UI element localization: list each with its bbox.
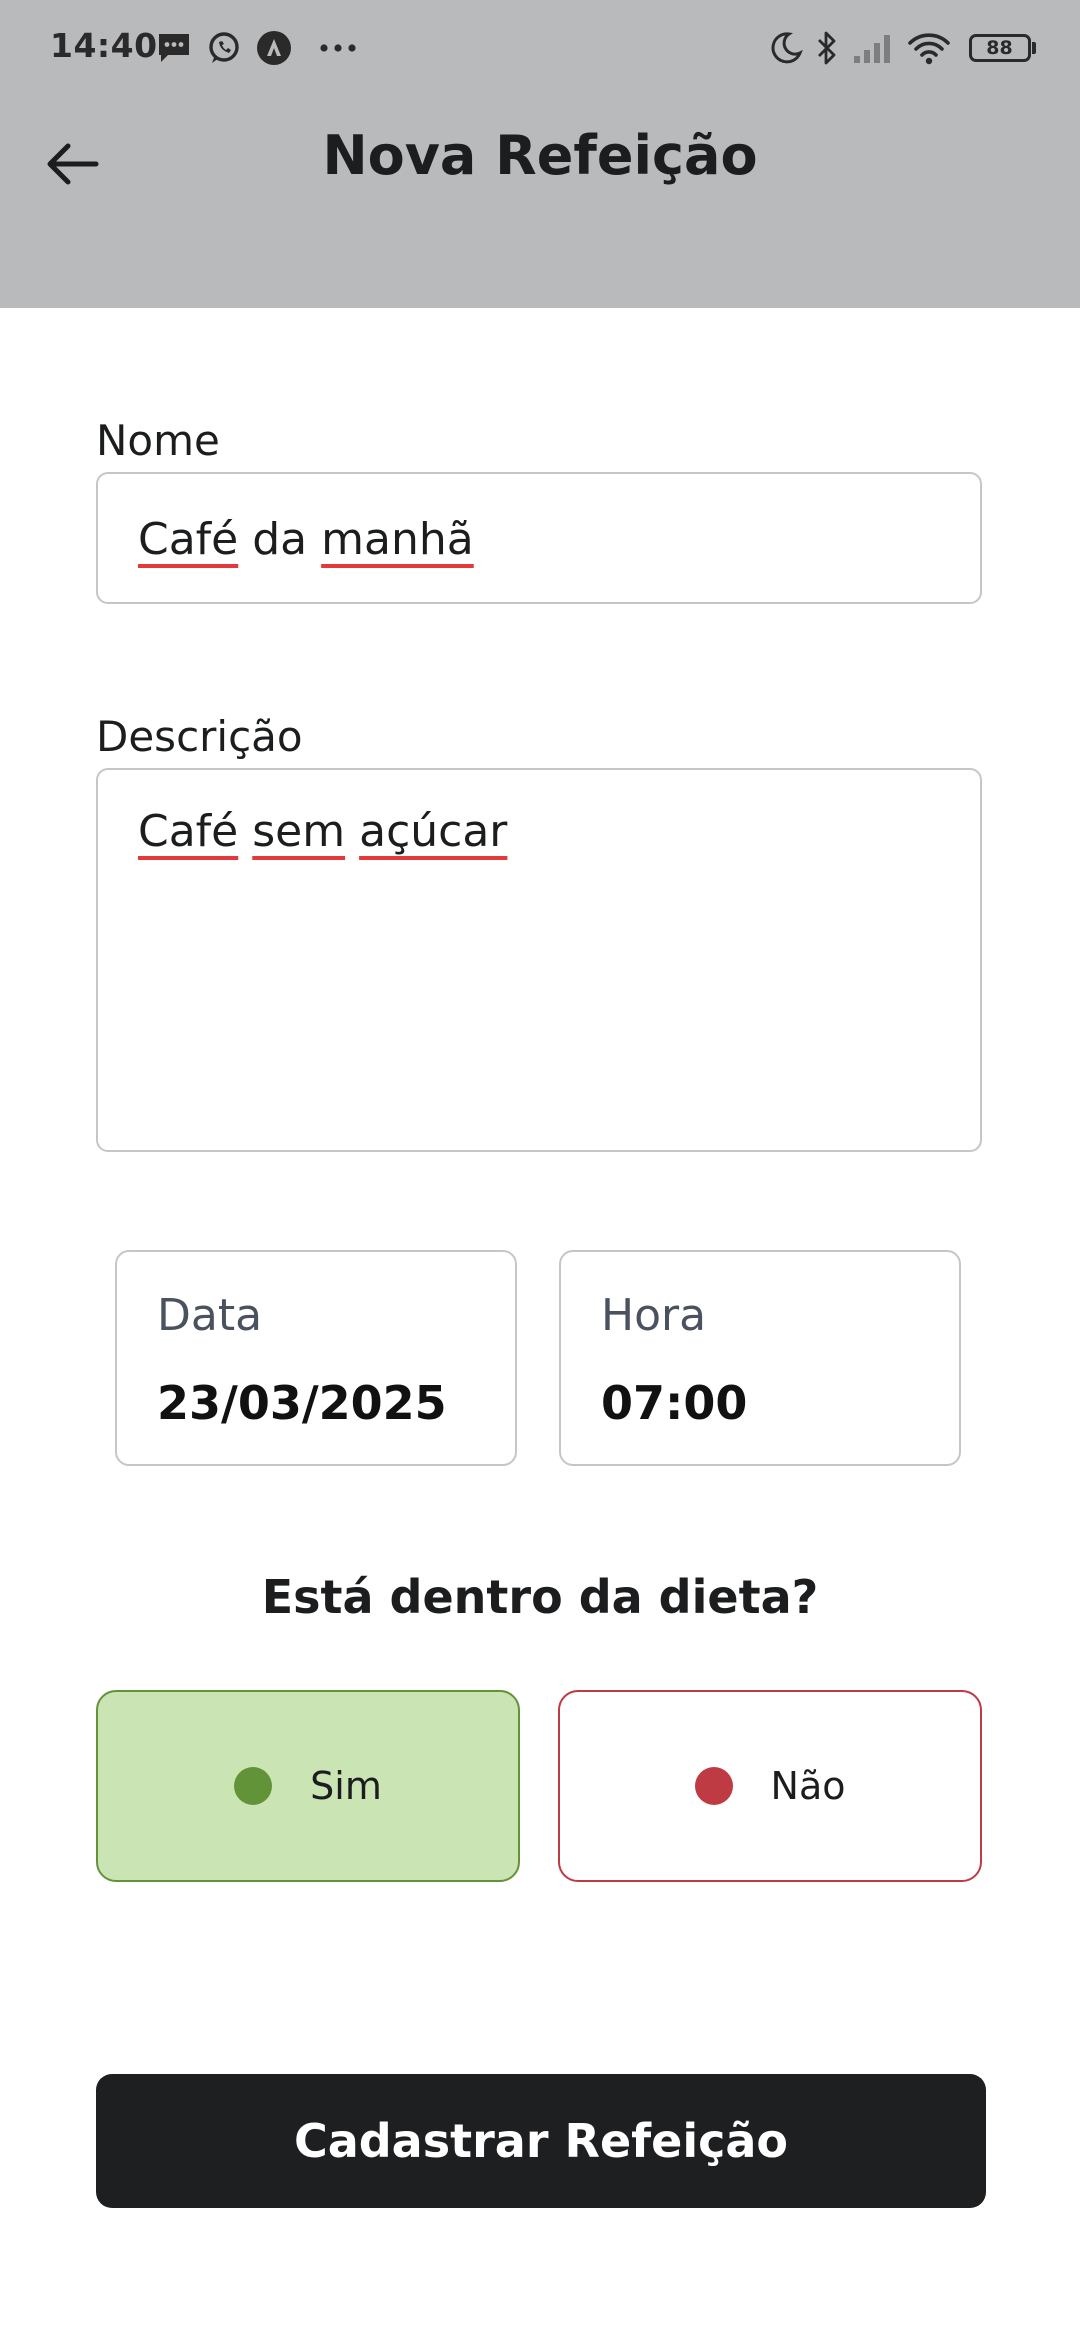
more-dots-icon (316, 30, 360, 66)
message-icon (154, 30, 194, 66)
diet-yes-option[interactable]: Sim (96, 1690, 520, 1882)
time-picker[interactable]: Hora 07:00 (559, 1250, 961, 1466)
name-label: Nome (96, 416, 220, 465)
time-value: 07:00 (601, 1376, 748, 1430)
date-label: Data (157, 1290, 263, 1341)
name-input[interactable]: Café da manhã (96, 472, 982, 604)
description-label: Descrição (96, 712, 303, 761)
name-value: Café da manhã (138, 514, 474, 565)
name-word: da (252, 514, 308, 565)
battery-icon: 88 (966, 30, 1038, 66)
bluetooth-icon (812, 30, 842, 66)
moon-icon (766, 30, 806, 66)
name-word: manhã (321, 514, 474, 565)
status-bar: 14:40 88 (0, 0, 1080, 96)
submit-button[interactable]: Cadastrar Refeição (96, 2074, 986, 2208)
diet-no-option[interactable]: Não (558, 1690, 982, 1882)
yes-label: Sim (310, 1764, 382, 1808)
diet-question: Está dentro da dieta? (261, 1570, 819, 1624)
description-word: sem (252, 806, 346, 857)
app-header: 14:40 88 Nova Refeição (0, 0, 1080, 308)
date-value: 23/03/2025 (157, 1376, 447, 1430)
description-value: Café sem açúcar (138, 806, 507, 857)
app-icon (254, 30, 294, 66)
page-title: Nova Refeição (322, 124, 758, 187)
whatsapp-icon (204, 30, 244, 66)
name-word: Café (138, 514, 239, 565)
status-time: 14:40 (50, 26, 158, 65)
description-word: Café (138, 806, 239, 857)
description-input[interactable]: Café sem açúcar (96, 768, 982, 1152)
description-word: açúcar (359, 806, 508, 857)
date-picker[interactable]: Data 23/03/2025 (115, 1250, 517, 1466)
no-label: Não (770, 1764, 846, 1808)
green-dot-icon (234, 1767, 273, 1805)
battery-level: 88 (986, 37, 1013, 59)
signal-icon (852, 30, 896, 66)
time-label: Hora (601, 1290, 707, 1341)
red-dot-icon (694, 1767, 733, 1805)
wifi-icon (906, 30, 952, 66)
